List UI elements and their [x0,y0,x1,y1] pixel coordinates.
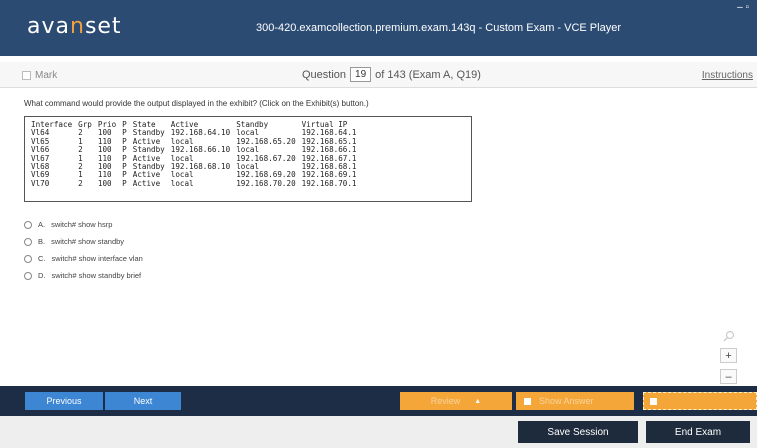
exhibit-cell: 192.168.70.1 [301,178,357,188]
option-d[interactable]: D. switch# show standby brief [24,267,143,284]
exhibit-panel: Interface Grp Prio P State Active Standb… [24,116,472,202]
exhibit-cell: P [122,178,127,188]
option-text: switch# show standby brief [51,271,142,280]
instructions-link[interactable]: Instructions [702,70,753,81]
exhibit-cell: 2 [78,178,83,188]
question-navigator: Question 19 of 143 (Exam A, Q19) [302,67,481,82]
option-letter: B. [38,237,46,246]
question-count: of 143 (Exam A, Q19) [375,68,481,81]
radio-icon[interactable] [24,254,32,263]
zoom-out-button[interactable]: – [720,369,737,384]
option-text: switch# show interface vlan [51,254,143,263]
mark-checkbox[interactable]: Mark [22,70,57,81]
exhibit-cell: Vl70 [31,178,50,188]
checkbox-icon [524,397,531,405]
navigation-bar: Previous Next Review ▲ Show Answer [0,386,757,416]
checkbox-icon [650,397,657,405]
zoom-controls: + – [720,330,737,384]
answer-options: A. switch# show hsrp B. switch# show sta… [24,216,143,284]
option-c[interactable]: C. switch# show interface vlan [24,250,143,267]
mark-label: Mark [35,70,58,81]
option-text: switch# show hsrp [51,220,113,229]
exhibit-cell: 192.168.70.20 [236,178,296,188]
caret-up-icon: ▲ [474,397,482,405]
next-button[interactable]: Next [105,392,181,410]
end-exam-button[interactable]: End Exam [646,421,750,443]
question-label: Question [302,68,347,81]
window-controls[interactable]: – ▫ [737,2,749,13]
magnifier-icon [723,330,734,342]
option-letter: A. [38,220,46,229]
bottom-bar: Save Session End Exam [0,416,757,448]
show-answer-button[interactable]: Show Answer [516,392,634,410]
overlay-toggle-button[interactable] [643,392,757,410]
exhibit-cell: 100 [97,178,112,188]
exhibit-table: Interface Grp Prio P State Active Standb… [31,120,363,188]
option-a[interactable]: A. switch# show hsrp [24,216,143,233]
radio-icon[interactable] [24,271,32,280]
question-number-input[interactable]: 19 [350,67,372,82]
option-b[interactable]: B. switch# show standby [24,233,143,250]
exhibit-row: Vl70 2 100 P Active local 192.168.70.20 192.168… [31,178,363,188]
window-title: 300-420.examcollection.premium.exam.143q… [256,22,621,34]
radio-icon[interactable] [24,237,32,246]
zoom-in-button[interactable]: + [720,348,737,363]
option-text: switch# show standby [51,237,125,246]
option-letter: D. [38,271,46,280]
exhibit-cell: local [170,178,194,188]
option-letter: C. [38,254,46,263]
radio-icon[interactable] [24,220,32,229]
title-bar: avanset 300-420.examcollection.premium.e… [0,0,757,56]
app-logo: avanset [27,14,122,39]
checkbox-icon[interactable] [22,71,31,80]
save-session-button[interactable]: Save Session [518,421,638,443]
question-text: What command would provide the output di… [24,99,369,108]
review-button[interactable]: Review ▲ [400,392,512,410]
review-label: Review [430,396,461,406]
exhibit-cell: Active [132,178,161,188]
question-bar: Mark Question 19 of 143 (Exam A, Q19) In… [0,62,757,88]
show-answer-label: Show Answer [539,396,594,406]
previous-button[interactable]: Previous [25,392,103,410]
